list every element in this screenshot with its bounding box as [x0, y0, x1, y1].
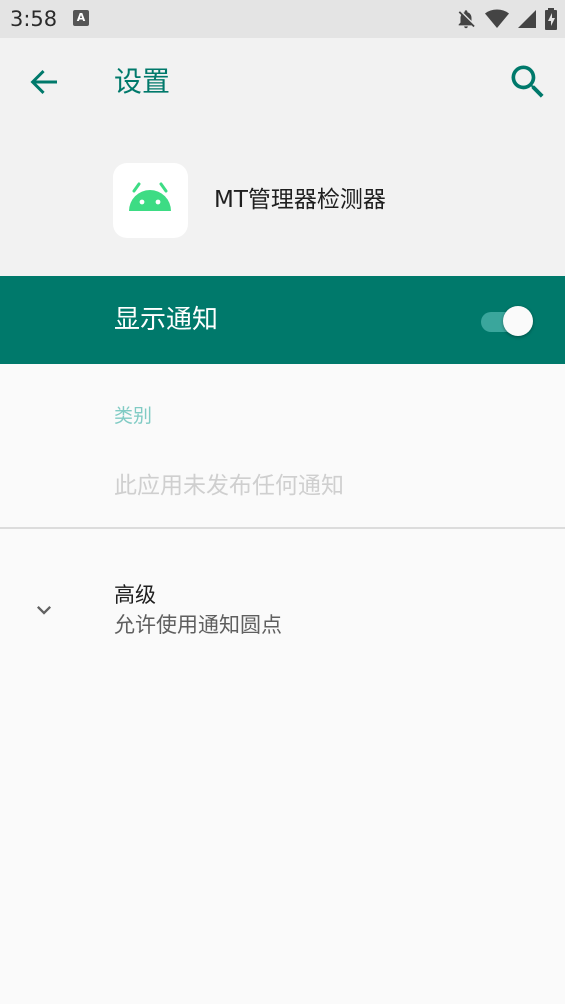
notifications-off-icon: [455, 8, 477, 30]
app-name: MT管理器检测器: [214, 187, 386, 213]
app-bar: 设置: [0, 38, 565, 126]
no-notifications-message: 此应用未发布任何通知: [114, 473, 344, 499]
chevron-down-icon: [37, 606, 51, 615]
android-robot-icon: [129, 182, 171, 211]
app-header: MT管理器检测器: [0, 126, 565, 276]
show-notifications-toggle[interactable]: [481, 305, 537, 337]
advanced-title: 高级: [114, 583, 156, 607]
wifi-icon: [485, 9, 509, 29]
back-button[interactable]: [22, 60, 66, 104]
search-button[interactable]: [506, 60, 550, 104]
cellular-signal-icon: [517, 9, 537, 29]
status-bar: 3:58 A: [0, 0, 565, 38]
show-notifications-row[interactable]: 显示通知: [0, 276, 565, 364]
advanced-summary: 允许使用通知圆点: [114, 613, 282, 637]
app-icon: [113, 163, 188, 238]
status-time: 3:58: [10, 7, 58, 31]
category-header: 类别: [114, 405, 153, 427]
status-icons: [455, 7, 557, 31]
search-icon: [511, 65, 544, 98]
show-notifications-label: 显示通知: [114, 305, 219, 335]
divider: [0, 527, 565, 529]
page-title: 设置: [114, 65, 171, 98]
arrow-back-icon: [30, 70, 57, 94]
advanced-section-row[interactable]: 高级 允许使用通知圆点: [0, 560, 565, 650]
battery-charging-icon: [545, 8, 557, 30]
toggle-thumb: [503, 306, 533, 336]
notification-app-icon: A: [73, 10, 89, 26]
